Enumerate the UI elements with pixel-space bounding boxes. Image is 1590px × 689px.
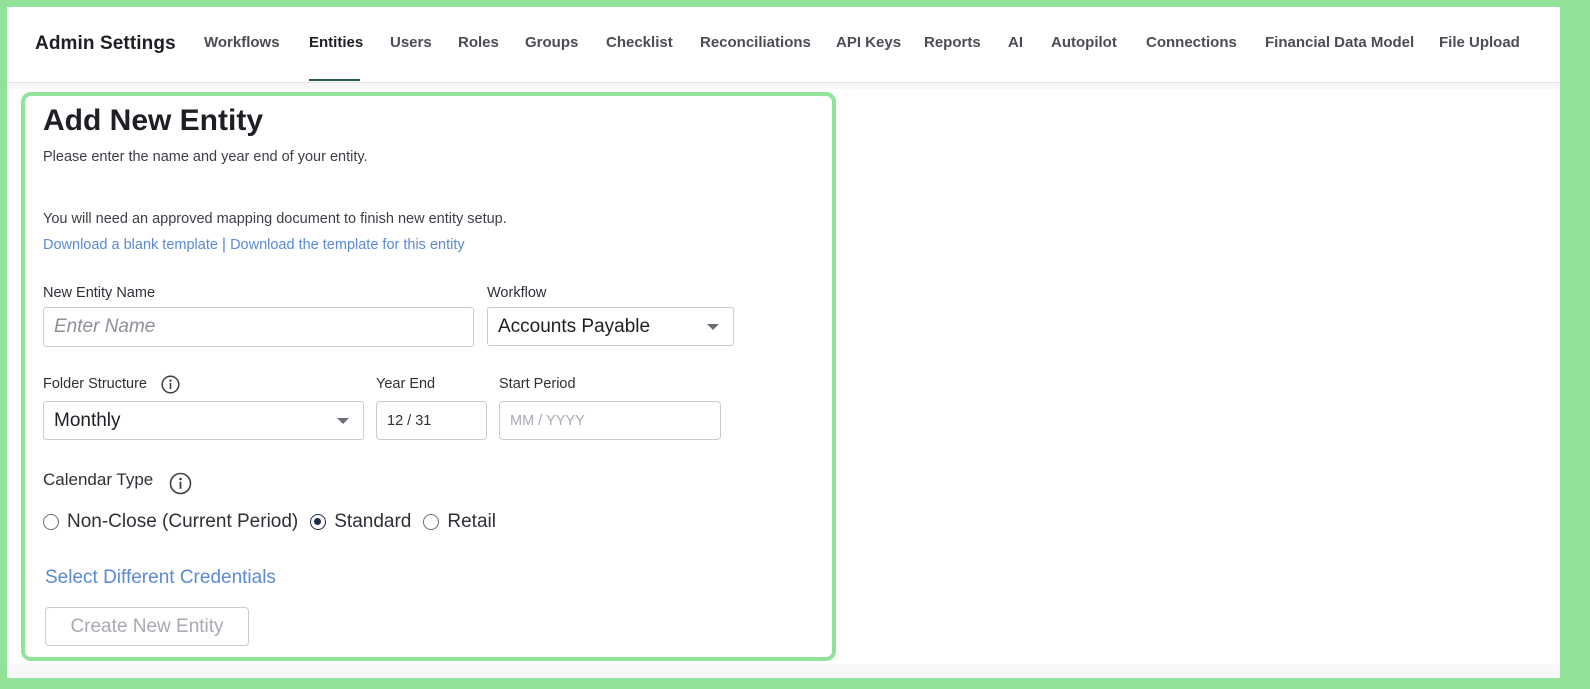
tab-file-upload[interactable]: File Upload — [1439, 34, 1520, 51]
tab-entities[interactable]: Entities — [309, 34, 363, 51]
year-end-label: Year End — [376, 376, 436, 392]
radio-circle[interactable] — [423, 514, 440, 530]
radio-non-close[interactable]: Non-Close (Current Period) — [43, 511, 298, 533]
mapping-note: You will need an approved mapping docume… — [43, 211, 507, 227]
calendar-type-options: Non-Close (Current Period) Standard Reta… — [43, 511, 508, 533]
tab-checklist[interactable]: Checklist — [606, 34, 673, 51]
radio-label: Non-Close (Current Period) — [67, 511, 299, 532]
folder-structure-select[interactable]: Monthly — [43, 401, 364, 440]
link-separator: | — [221, 236, 227, 253]
tab-financial-data-model[interactable]: Financial Data Model — [1265, 34, 1414, 51]
tab-ai[interactable]: AI — [1008, 34, 1023, 51]
tab-roles[interactable]: Roles — [458, 34, 499, 51]
start-period-placeholder: MM / YYYY — [510, 412, 585, 429]
add-entity-card: Add New Entity Please enter the name and… — [21, 92, 836, 661]
tab-reports[interactable]: Reports — [924, 34, 981, 51]
tab-reconciliations[interactable]: Reconciliations — [700, 34, 811, 51]
tab-groups[interactable]: Groups — [525, 34, 578, 51]
download-blank-template-link[interactable]: Download a blank template — [43, 237, 218, 253]
radio-circle-selected[interactable] — [310, 514, 327, 530]
year-end-value: 12 / 31 — [387, 412, 432, 429]
radio-circle[interactable] — [43, 514, 59, 530]
chevron-down-icon — [707, 323, 719, 330]
radio-label: Standard — [334, 511, 412, 532]
tab-autopilot[interactable]: Autopilot — [1051, 34, 1117, 51]
app-title: Admin Settings — [35, 33, 176, 54]
tab-connections[interactable]: Connections — [1146, 34, 1237, 51]
chevron-down-icon — [337, 417, 349, 424]
info-circle-icon[interactable] — [169, 472, 192, 495]
active-tab-indicator — [309, 79, 360, 81]
top-navigation: Admin Settings Workflows Entities Users … — [7, 7, 1560, 83]
year-end-input[interactable]: 12 / 31 — [376, 401, 487, 440]
calendar-type-label: Calendar Type — [43, 470, 154, 489]
app-window: Admin Settings Workflows Entities Users … — [7, 7, 1560, 678]
folder-structure-value: Monthly — [54, 409, 121, 431]
radio-standard[interactable]: Standard — [310, 511, 411, 533]
start-period-label: Start Period — [499, 376, 576, 392]
radio-label: Retail — [447, 511, 496, 532]
entity-name-placeholder: Enter Name — [54, 316, 156, 337]
info-circle-icon[interactable] — [161, 375, 180, 394]
page-subtitle: Please enter the name and year end of yo… — [43, 149, 368, 165]
workflow-select[interactable]: Accounts Payable — [487, 307, 734, 346]
start-period-input[interactable]: MM / YYYY — [499, 401, 721, 440]
select-credentials-link[interactable]: Select Different Credentials — [45, 567, 276, 589]
workflow-label: Workflow — [487, 285, 547, 301]
workflow-value: Accounts Payable — [498, 315, 651, 337]
download-entity-template-link[interactable]: Download the template for this entity — [230, 237, 465, 253]
page-title: Add New Entity — [43, 104, 264, 137]
entity-name-input[interactable]: Enter Name — [43, 307, 474, 347]
folder-structure-label: Folder Structure — [43, 376, 147, 392]
create-entity-button[interactable]: Create New Entity — [45, 607, 249, 646]
template-links: Download a blank template | Download the t… — [43, 236, 465, 254]
radio-retail[interactable]: Retail — [423, 511, 496, 533]
tab-users[interactable]: Users — [390, 34, 432, 51]
entity-name-label: New Entity Name — [43, 285, 156, 301]
tab-workflows[interactable]: Workflows — [204, 34, 280, 51]
tab-api-keys[interactable]: API Keys — [836, 34, 901, 51]
